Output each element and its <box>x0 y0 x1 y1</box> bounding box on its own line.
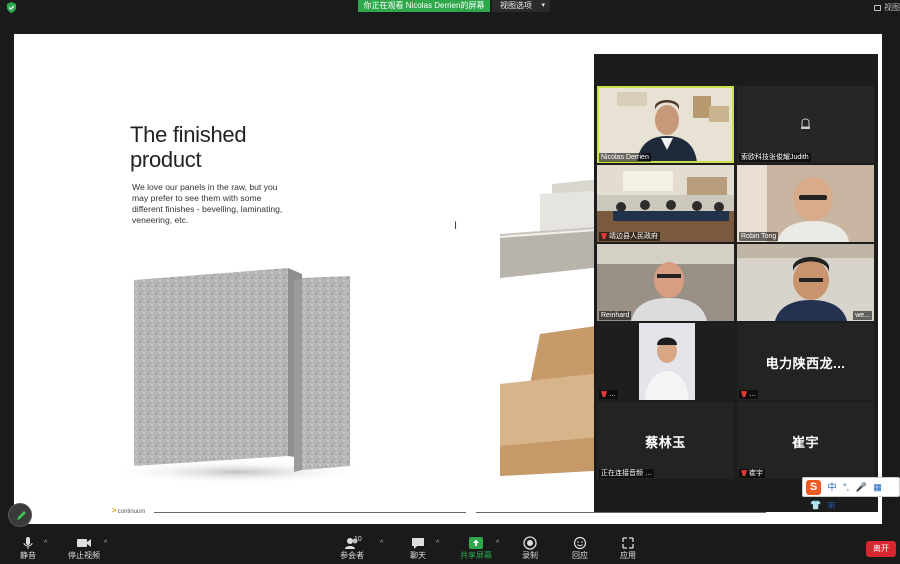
apps-button[interactable]: 应用 <box>604 536 652 561</box>
punctuation-icon[interactable]: °, <box>843 482 849 492</box>
gallery-header <box>594 54 878 82</box>
reactions-button[interactable]: 回应 <box>556 536 604 561</box>
video-tile[interactable]: 崔宇 崔宇 <box>737 402 874 479</box>
view-toggle[interactable]: 视图 <box>874 2 900 13</box>
stop-video-button[interactable]: 停止视频 <box>60 536 108 561</box>
mute-label: 静音 <box>20 551 36 560</box>
chat-button[interactable]: 聊天 <box>394 536 442 561</box>
participant-video <box>737 244 874 321</box>
record-icon <box>523 536 537 550</box>
participant-gallery: Nicolas Derrien 索欧科技张俊耀Judith 靖边县人民政府 Ro… <box>594 54 878 512</box>
slide-brand: >continuum <box>112 506 145 515</box>
toolbox-icon[interactable]: ⊞ <box>828 500 836 510</box>
meeting-toolbar: 静音 ^ 停止视频 ^ 10 参会者 ^ 聊天 ^ 共享屏幕 ^ 录制 回应 应… <box>0 532 900 564</box>
camera-off-icon <box>801 118 810 129</box>
chevron-up-icon[interactable]: ^ <box>380 540 383 547</box>
grid-view-icon <box>874 4 881 11</box>
record-label: 录制 <box>522 551 538 560</box>
participant-name: Reinhard <box>599 311 632 320</box>
video-tile[interactable]: … <box>597 323 734 400</box>
keyboard-icon[interactable]: ▦ <box>873 482 882 492</box>
participant-display-name: 电力陕西龙... <box>765 356 846 371</box>
zoom-meeting-window: 你正在观看 Nicolas Derrien的屏幕 视图选项 ▾ 视图 The f… <box>0 0 900 564</box>
slide-title: The finished product <box>130 122 247 172</box>
video-camera-icon <box>77 539 91 547</box>
microphone-icon <box>23 537 33 549</box>
record-button[interactable]: 录制 <box>506 536 554 561</box>
skin-icon[interactable]: 👕 <box>810 500 821 510</box>
chevron-up-icon[interactable]: ^ <box>436 540 439 547</box>
participant-name: Nicolas Derrien <box>599 153 651 162</box>
leave-meeting-button[interactable]: 离开 <box>866 541 896 557</box>
participant-video <box>597 323 734 400</box>
video-tile[interactable]: 电力陕西龙... … <box>737 323 874 400</box>
participant-video <box>597 86 734 163</box>
smiley-icon <box>573 536 587 550</box>
participant-name: 索欧科技张俊耀Judith <box>739 153 811 162</box>
video-tile[interactable]: Nicolas Derrien <box>597 86 734 163</box>
participants-label: 参会者 <box>340 551 364 560</box>
video-tile[interactable]: Reinhard <box>597 244 734 321</box>
panel-samples-image <box>108 268 368 484</box>
chevron-up-icon[interactable]: ^ <box>44 540 47 547</box>
pencil-icon <box>17 511 26 520</box>
chat-icon <box>412 538 424 549</box>
slide-divider-left <box>154 512 466 513</box>
participant-video <box>597 244 734 321</box>
participant-name: 正在连接音频 … <box>599 469 654 478</box>
slide-title-line2: product <box>130 147 202 172</box>
apps-icon <box>622 537 634 549</box>
ime-language-toggle[interactable]: 中 <box>828 482 837 492</box>
brand-name: continuum <box>117 509 146 515</box>
share-screen-icon <box>469 537 483 549</box>
chevron-up-icon[interactable]: ^ <box>496 540 499 547</box>
ime-toolbar[interactable]: S 中 °, 🎤 ▦ 👕 ⊞ <box>802 477 900 510</box>
participant-count: 10 <box>354 536 362 543</box>
participant-name: 靖边县人民政府 <box>599 232 660 241</box>
chevron-down-icon: ▾ <box>541 2 545 9</box>
participant-name: Robin Tong <box>739 232 779 241</box>
annotate-button[interactable] <box>8 503 32 527</box>
screen-share-notice: 你正在观看 Nicolas Derrien的屏幕 <box>358 0 490 12</box>
mic-muted-icon <box>601 391 607 398</box>
top-bar: 你正在观看 Nicolas Derrien的屏幕 视图选项 ▾ 视图 <box>0 0 900 14</box>
microphone-icon[interactable]: 🎤 <box>856 482 867 492</box>
view-options-label: 视图选项 <box>500 1 532 10</box>
video-tile[interactable]: 靖边县人民政府 <box>597 165 734 242</box>
view-toggle-label: 视图 <box>884 3 900 12</box>
stop-video-label: 停止视频 <box>68 551 100 560</box>
participant-video <box>597 165 734 242</box>
participant-display-name: 蔡林玉 <box>645 435 686 450</box>
participant-display-name: 崔宇 <box>791 435 819 450</box>
participant-video <box>737 165 874 242</box>
video-tile[interactable]: 蔡林玉 正在连接音频 … <box>597 402 734 479</box>
sogou-logo-icon: S <box>806 480 821 496</box>
share-screen-button[interactable]: 共享屏幕 <box>452 536 500 561</box>
video-tile[interactable]: we... <box>737 244 874 321</box>
mic-muted-icon <box>741 470 747 477</box>
participant-name: … <box>739 390 758 399</box>
brand-logo-icon: > <box>112 506 117 515</box>
mic-muted-icon <box>741 391 747 398</box>
video-tile[interactable]: 索欧科技张俊耀Judith <box>737 86 874 163</box>
participant-name: … <box>599 390 618 399</box>
slide-title-line1: The finished <box>130 122 247 147</box>
participant-name: 崔宇 <box>739 469 765 478</box>
view-options-button[interactable]: 视图选项 ▾ <box>492 0 550 12</box>
video-tile[interactable]: Robin Tong <box>737 165 874 242</box>
apps-label: 应用 <box>620 551 636 560</box>
share-screen-label: 共享屏幕 <box>460 551 492 560</box>
participant-name: we... <box>853 311 872 320</box>
shield-icon[interactable] <box>6 2 17 13</box>
reactions-label: 回应 <box>572 551 588 560</box>
participants-button[interactable]: 10 参会者 <box>328 536 376 561</box>
chat-label: 聊天 <box>410 551 426 560</box>
text-cursor-icon: I <box>454 220 458 232</box>
mic-muted-icon <box>601 233 607 240</box>
slide-body-text: We love our panels in the raw, but you m… <box>132 182 283 225</box>
slide-divider-right <box>476 512 766 513</box>
chevron-up-icon[interactable]: ^ <box>104 540 107 547</box>
